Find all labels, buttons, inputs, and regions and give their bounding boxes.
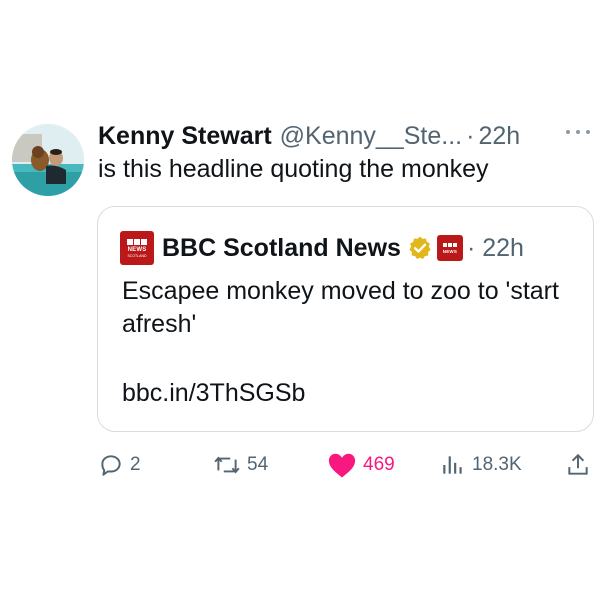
author-handle[interactable]: @Kenny__Ste...: [280, 122, 462, 151]
quoted-timestamp[interactable]: · 22h: [467, 234, 524, 263]
affiliate-badge[interactable]: NEWS: [436, 235, 463, 261]
author-name[interactable]: Kenny Stewart: [98, 122, 272, 151]
views-button[interactable]: 18.3K: [440, 448, 522, 482]
retweet-count: 54: [247, 454, 269, 475]
verified-badge-icon: [409, 236, 431, 260]
views-icon: [443, 456, 462, 474]
reply-icon: [101, 455, 121, 476]
retweet-icon: [214, 456, 240, 474]
separator-dot: ·: [466, 121, 475, 150]
tweet-view: Kenny Stewart @Kenny__Ste... · 22h is th…: [0, 0, 600, 600]
reply-button[interactable]: 2: [98, 448, 141, 482]
more-icon[interactable]: [566, 126, 590, 138]
like-count: 469: [363, 454, 395, 475]
action-bar: 2 54 469 18.3K: [0, 448, 600, 482]
tweet-text: is this headline quoting the monkey: [98, 155, 489, 183]
heart-icon: [328, 453, 356, 478]
logo-text: NEWS: [127, 246, 147, 253]
like-button[interactable]: 469: [327, 448, 395, 482]
share-button[interactable]: [565, 448, 597, 482]
avatar[interactable]: [12, 124, 84, 196]
logo-subtext: SCOTLAND: [127, 253, 147, 258]
quoted-tweet-link[interactable]: bbc.in/3ThSGSb: [122, 379, 305, 408]
share-icon: [568, 453, 588, 475]
quoted-account-name[interactable]: BBC Scotland News: [162, 234, 401, 263]
quoted-tweet-text: Escapee monkey moved to zoo to 'start af…: [122, 277, 559, 338]
views-count: 18.3K: [472, 454, 522, 475]
tweet-timestamp[interactable]: 22h: [478, 122, 520, 151]
tweet-header: Kenny Stewart @Kenny__Ste... · 22h: [98, 118, 520, 154]
affiliate-logo-text: NEWS: [442, 248, 458, 254]
retweet-button[interactable]: 54: [213, 448, 268, 482]
quoted-tweet-card[interactable]: NEWS SCOTLAND BBC Scotland News NEWS · 2…: [97, 206, 594, 432]
bbc-news-logo[interactable]: NEWS SCOTLAND: [120, 231, 154, 265]
reply-count: 2: [130, 454, 141, 475]
quoted-tweet-header: NEWS SCOTLAND BBC Scotland News NEWS · 2…: [120, 229, 524, 267]
